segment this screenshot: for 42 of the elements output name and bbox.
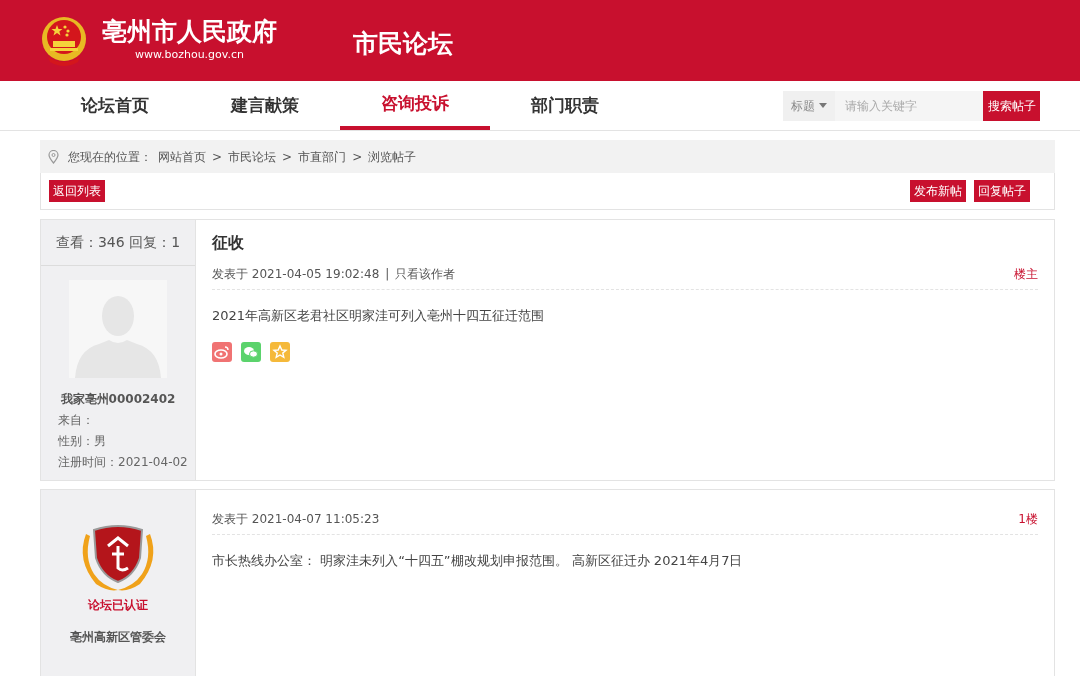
nav-tab[interactable]: 论坛首页 [40,81,190,130]
national-emblem-icon [40,14,88,67]
site-title: 亳州市人民政府 [102,17,277,48]
wechat-share-icon[interactable] [241,341,261,362]
post-date: 发表于 2021-04-07 11:05:23 [212,511,380,528]
breadcrumb-separator: > [212,148,223,166]
search-button[interactable]: 搜索帖子 [983,90,1040,121]
toolbar-action-button[interactable]: 发布新帖 [910,180,966,202]
author-name[interactable]: 亳州高新区管委会 [70,628,166,646]
breadcrumb-separator: > [282,148,293,166]
meta-separator: | [385,266,390,283]
author-only-link[interactable]: 只看该作者 [395,265,456,283]
forum-title: 市民论坛 [353,27,453,60]
view-reply-stats: 查看：346 回复：1 [55,233,181,252]
post-title: 征收 [212,233,244,252]
floor-label: 楼主 [1014,266,1038,283]
breadcrumb-prefix: 您现在的位置： [68,148,152,166]
post-date: 发表于 2021-04-05 19:02:48 [212,266,380,283]
author-info: 性别：男 [58,433,107,450]
verified-badge-text: 论坛已认证 [88,597,148,614]
author-info: 来自： [58,412,95,429]
weibo-share-icon[interactable] [212,341,232,362]
nav-tab[interactable]: 部门职责 [490,81,640,130]
author-name[interactable]: 我家亳州00002402 [60,390,176,408]
author-info: 注册时间：2021-04-02 [58,454,188,471]
breadcrumb-link[interactable]: 网站首页 [158,147,206,166]
floor-label: 1楼 [1018,511,1038,528]
breadcrumb-link[interactable]: 市直部门 [298,147,347,166]
location-pin-icon [48,149,59,164]
star-favorite-icon[interactable] [270,341,290,362]
breadcrumb-link[interactable]: 浏览帖子 [368,147,417,166]
breadcrumb-link[interactable]: 市民论坛 [228,147,277,166]
site-url: www.bozhou.gov.cn [135,47,244,64]
nav-tab[interactable]: 咨询投诉 [340,81,490,130]
post-body: 市长热线办公室： 明家洼未列入“十四五”棚改规划申报范围。 高新区征迁办 2021年4月7日 [212,552,744,570]
breadcrumb-separator: > [352,148,363,166]
caret-icon [819,103,827,108]
nav-tab[interactable]: 建言献策 [190,81,340,130]
back-to-list-button[interactable]: 返回列表 [49,180,105,202]
toolbar-action-button[interactable]: 回复帖子 [974,180,1030,202]
search-field[interactable]: 请输入关键字 [835,90,983,121]
post-body: 2021年高新区老君社区明家洼可列入亳州十四五征迁范围 [212,307,546,325]
